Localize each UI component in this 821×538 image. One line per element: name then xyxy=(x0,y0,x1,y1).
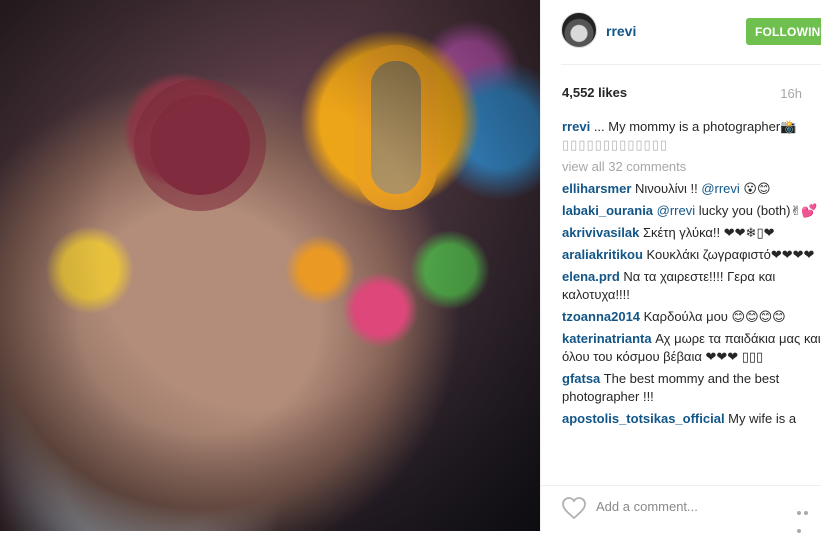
comment-text: Νινουλίνι !! xyxy=(631,181,702,196)
post-username[interactable]: rrevi xyxy=(606,23,636,39)
comment-username[interactable]: araliakritikou xyxy=(562,247,643,262)
comment-text: lucky you (both)✌💕 xyxy=(695,203,818,218)
comment-item: labaki_ourania @rrevi lucky you (both)✌💕 xyxy=(562,202,821,220)
comment-item: katerinatrianta Αχ μωρε τα παιδάκια μας … xyxy=(562,330,821,366)
heart-icon[interactable] xyxy=(561,496,587,520)
comment-emoji: 😮😊 xyxy=(739,181,771,196)
post-time[interactable]: 16h xyxy=(780,86,802,101)
more-options-icon[interactable] xyxy=(797,502,817,533)
post-side-panel: rrevi FOLLOWING 4,552 likes 16h rrevi ..… xyxy=(540,0,821,533)
comment-bar: Add a comment... xyxy=(541,485,821,533)
add-comment-input[interactable]: Add a comment... xyxy=(596,499,698,514)
comment-text: Σκέτη γλύκα!! ❤❤❄▯❤ xyxy=(639,225,775,240)
comment-username[interactable]: akrivivasilak xyxy=(562,225,639,240)
comment-item: akrivivasilak Σκέτη γλύκα!! ❤❤❄▯❤ xyxy=(562,224,821,242)
comment-username[interactable]: labaki_ourania xyxy=(562,203,653,218)
comment-item: gfatsa The best mommy and the best photo… xyxy=(562,370,821,406)
following-button[interactable]: FOLLOWING xyxy=(746,18,821,45)
comment-text: Καρδούλα μου 😊😊😊😊 xyxy=(640,309,786,324)
comment-item: tzoanna2014 Καρδούλα μου 😊😊😊😊 xyxy=(562,308,821,326)
comments-fade xyxy=(541,455,821,485)
comment-text: Κουκλάκι ζωγραφιστό❤❤❤❤ xyxy=(642,247,815,262)
caption-text: ... My mommy is a photographer📸 xyxy=(590,119,797,134)
comment-item: apostolis_totsikas_official My wife is a xyxy=(562,410,821,428)
comment-mention[interactable]: @rrevi xyxy=(653,203,695,218)
avatar[interactable] xyxy=(561,12,597,48)
photo-mirror-shape xyxy=(355,45,437,210)
comment-username[interactable]: elena.prd xyxy=(562,269,620,284)
comment-username[interactable]: apostolis_totsikas_official xyxy=(562,411,725,426)
comment-username[interactable]: gfatsa xyxy=(562,371,600,386)
comment-username[interactable]: katerinatrianta xyxy=(562,331,652,346)
comment-username[interactable]: elliharsmer xyxy=(562,181,631,196)
comment-username[interactable]: tzoanna2014 xyxy=(562,309,640,324)
view-all-comments-link[interactable]: view all 32 comments xyxy=(562,158,821,176)
comments-list: rrevi ... My mommy is a photographer📸 ▯▯… xyxy=(562,118,821,432)
comment-text: My wife is a xyxy=(724,411,797,426)
comment-mention[interactable]: @rrevi xyxy=(701,181,739,196)
photo-flower-shape xyxy=(150,95,250,195)
post-photo[interactable] xyxy=(0,0,540,531)
caption-tail: ▯▯▯▯▯▯▯▯▯▯▯▯▯ xyxy=(562,137,668,152)
comment-item: elliharsmer Νινουλίνι !! @rrevi 😮😊 xyxy=(562,180,821,198)
caption-username[interactable]: rrevi xyxy=(562,119,590,134)
comment-item: araliakritikou Κουκλάκι ζωγραφιστό❤❤❤❤ xyxy=(562,246,821,264)
comment-item: elena.prd Να τα χαιρεστε!!!! Γερα και κα… xyxy=(562,268,821,304)
likes-count[interactable]: 4,552 likes xyxy=(562,85,627,100)
header-divider xyxy=(561,64,821,65)
post-header: rrevi FOLLOWING xyxy=(561,12,821,52)
caption: rrevi ... My mommy is a photographer📸 ▯▯… xyxy=(562,118,821,154)
